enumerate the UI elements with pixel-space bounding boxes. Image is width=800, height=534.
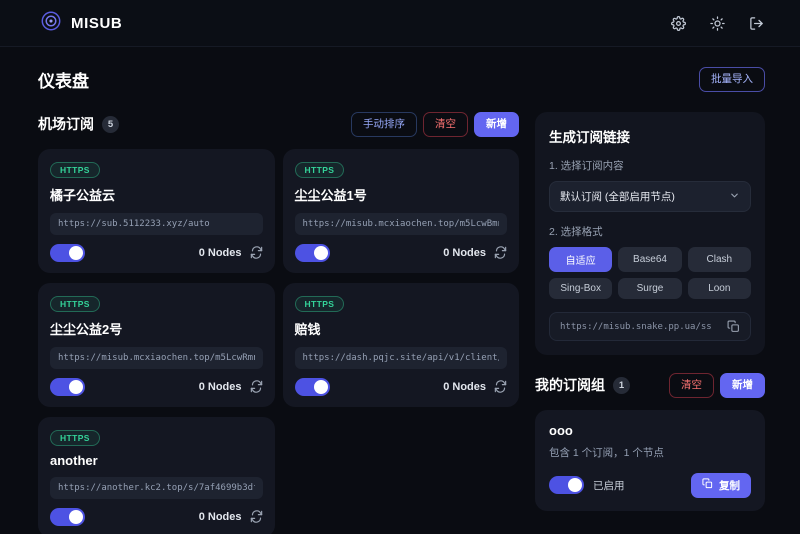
subscriptions-actions: 手动排序 清空 新增 <box>351 112 519 137</box>
groups-count-badge: 1 <box>613 377 630 394</box>
node-count: 0 Nodes <box>199 381 242 393</box>
sun-icon[interactable] <box>710 16 725 31</box>
subscription-name: another <box>50 453 263 468</box>
format-button-loon[interactable]: Loon <box>688 278 751 299</box>
manual-sort-button[interactable]: 手动排序 <box>351 112 417 137</box>
add-group-button[interactable]: 新增 <box>720 373 765 398</box>
subscription-name: 尘尘公益2号 <box>50 319 263 338</box>
node-count: 0 Nodes <box>443 381 486 393</box>
clear-groups-button[interactable]: 清空 <box>669 373 714 398</box>
format-grid: 自适应 Base64 Clash Sing-Box Surge Loon <box>549 247 751 299</box>
subscription-toggle[interactable] <box>295 378 330 396</box>
subscription-toggle[interactable] <box>295 244 330 262</box>
step1-label: 1. 选择订阅内容 <box>549 158 751 173</box>
node-count: 0 Nodes <box>199 247 242 259</box>
app-root: MISUB <box>0 0 800 534</box>
brand-name: MISUB <box>71 15 122 32</box>
refresh-icon[interactable] <box>250 510 263 523</box>
copy-group-button[interactable]: 复制 <box>691 473 751 498</box>
subscription-name: 赔钱 <box>295 319 508 338</box>
nav-icons <box>671 16 764 31</box>
group-name: ooo <box>549 423 751 438</box>
group-card-footer: 已启用 复制 <box>549 473 751 498</box>
group-toggle[interactable] <box>549 476 584 494</box>
copy-icon[interactable] <box>727 320 740 333</box>
generated-link-box: https://misub.snake.pp.ua/ss <box>549 312 751 341</box>
clear-subscriptions-button[interactable]: 清空 <box>423 112 468 137</box>
subscription-url-input[interactable] <box>295 213 508 235</box>
groups-header: 我的订阅组 1 清空 新增 <box>535 373 765 398</box>
brand: MISUB <box>40 10 122 37</box>
subscription-card-footer: 0 Nodes <box>50 508 263 526</box>
subscription-card-footer: 0 Nodes <box>50 244 263 262</box>
left-column: 机场订阅 5 手动排序 清空 新增 HTTPS 橘子公益云 <box>38 112 519 534</box>
subscription-url-input[interactable] <box>50 477 263 499</box>
right-column: 生成订阅链接 1. 选择订阅内容 默认订阅 (全部启用节点) 2. 选择格式 自… <box>535 112 765 534</box>
subscriptions-title: 机场订阅 <box>38 114 94 134</box>
subscription-card-footer: 0 Nodes <box>295 244 508 262</box>
subscriptions-count-badge: 5 <box>102 116 119 133</box>
format-button-clash[interactable]: Clash <box>688 247 751 272</box>
navbar: MISUB <box>0 0 800 47</box>
subscription-card-footer: 0 Nodes <box>295 378 508 396</box>
logo-icon <box>40 10 62 37</box>
format-button-base64[interactable]: Base64 <box>618 247 681 272</box>
group-summary: 包含 1 个订阅，1 个节点 <box>549 445 751 460</box>
add-subscription-button[interactable]: 新增 <box>474 112 519 137</box>
batch-import-button[interactable]: 批量导入 <box>699 67 765 92</box>
subscription-card: HTTPS another 0 Nodes <box>38 417 275 534</box>
page-header: 仪表盘 批量导入 <box>38 67 765 92</box>
format-button-surge[interactable]: Surge <box>618 278 681 299</box>
subscription-card: HTTPS 尘尘公益1号 0 Nodes <box>283 149 520 273</box>
generator-title: 生成订阅链接 <box>549 126 751 146</box>
format-button-singbox[interactable]: Sing-Box <box>549 278 612 299</box>
refresh-icon[interactable] <box>250 246 263 259</box>
chevron-down-icon <box>729 190 740 204</box>
groups-title: 我的订阅组 <box>535 375 605 395</box>
gear-icon[interactable] <box>671 16 686 31</box>
link-generator-panel: 生成订阅链接 1. 选择订阅内容 默认订阅 (全部启用节点) 2. 选择格式 自… <box>535 112 765 355</box>
content-select-value: 默认订阅 (全部启用节点) <box>560 189 675 204</box>
subscription-url-input[interactable] <box>295 347 508 369</box>
group-card: ooo 包含 1 个订阅，1 个节点 已启用 复制 <box>535 410 765 511</box>
protocol-badge: HTTPS <box>295 296 345 312</box>
node-count: 0 Nodes <box>443 247 486 259</box>
subscription-toggle[interactable] <box>50 508 85 526</box>
protocol-badge: HTTPS <box>50 162 100 178</box>
subscription-url-input[interactable] <box>50 347 263 369</box>
protocol-badge: HTTPS <box>295 162 345 178</box>
protocol-badge: HTTPS <box>50 296 100 312</box>
refresh-icon[interactable] <box>494 380 507 393</box>
subscription-name: 橘子公益云 <box>50 185 263 204</box>
refresh-icon[interactable] <box>494 246 507 259</box>
copy-icon <box>702 478 713 492</box>
content-select[interactable]: 默认订阅 (全部启用节点) <box>549 181 751 212</box>
logout-icon[interactable] <box>749 16 764 31</box>
subscription-card: HTTPS 尘尘公益2号 0 Nodes <box>38 283 275 407</box>
subscription-card-footer: 0 Nodes <box>50 378 263 396</box>
step2-label: 2. 选择格式 <box>549 224 751 239</box>
refresh-icon[interactable] <box>250 380 263 393</box>
subscription-card: HTTPS 赔钱 0 Nodes <box>283 283 520 407</box>
subscription-toggle[interactable] <box>50 378 85 396</box>
protocol-badge: HTTPS <box>50 430 100 446</box>
subscriptions-header: 机场订阅 5 手动排序 清空 新增 <box>38 112 519 137</box>
subscription-url-input[interactable] <box>50 213 263 235</box>
format-button-adaptive[interactable]: 自适应 <box>549 247 612 272</box>
subscription-name: 尘尘公益1号 <box>295 185 508 204</box>
group-enabled-label: 已启用 <box>593 478 625 493</box>
page-title: 仪表盘 <box>38 67 89 92</box>
node-count: 0 Nodes <box>199 511 242 523</box>
generated-link: https://misub.snake.pp.ua/ss <box>560 322 712 332</box>
subscriptions-grid: HTTPS 橘子公益云 0 Nodes <box>38 149 519 534</box>
groups-actions: 清空 新增 <box>669 373 765 398</box>
subscription-toggle[interactable] <box>50 244 85 262</box>
main-content: 仪表盘 批量导入 机场订阅 5 手动排序 清空 新增 HTTPS 橘子公益云 <box>0 47 800 534</box>
copy-group-label: 复制 <box>719 478 740 493</box>
subscription-card: HTTPS 橘子公益云 0 Nodes <box>38 149 275 273</box>
